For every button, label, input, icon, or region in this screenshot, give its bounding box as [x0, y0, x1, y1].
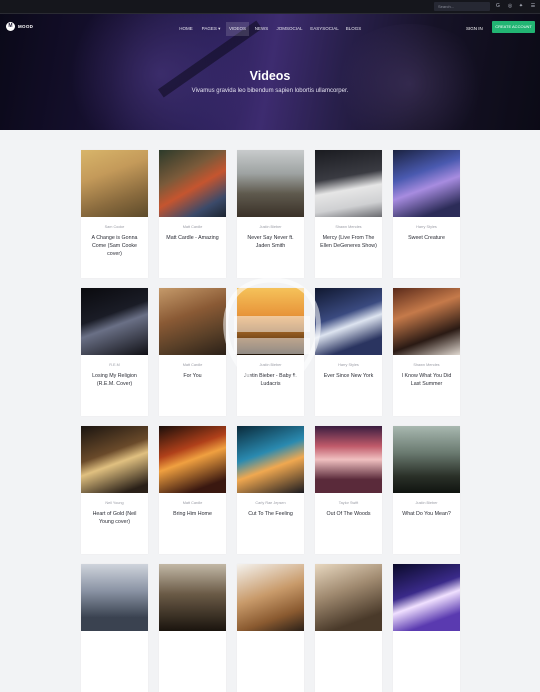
video-thumbnail[interactable] [393, 426, 460, 493]
logo-text: MOOD [18, 24, 34, 29]
menu-icon[interactable]: ☰ [528, 2, 538, 11]
twitter-icon[interactable]: ✦ [516, 2, 526, 11]
nav-blogs[interactable]: BLOGS [344, 22, 363, 36]
video-thumbnail[interactable] [159, 288, 226, 355]
video-title[interactable]: Matt Cardle - Amazing [163, 234, 222, 242]
logo-icon: M [6, 22, 15, 31]
video-card[interactable]: Matt Cardle For You [159, 288, 226, 416]
video-artist: Sam Cooke [104, 225, 125, 229]
video-artist: Justin Bieber [259, 363, 282, 367]
video-thumbnail[interactable] [315, 288, 382, 355]
video-thumbnail[interactable] [159, 564, 226, 631]
sign-in-link[interactable]: SIGN IN [466, 22, 483, 36]
video-card[interactable] [159, 564, 226, 692]
video-card[interactable] [237, 564, 304, 692]
video-thumbnail[interactable] [315, 150, 382, 217]
video-card[interactable] [315, 564, 382, 692]
video-card[interactable]: Sam Cooke A Change is Gonna Come (Sam Coo… [81, 150, 148, 278]
video-artist: Taylor Swift [338, 501, 359, 505]
video-card[interactable]: Carly Rae Jepsen Cut To The Feeling [237, 426, 304, 554]
google-icon[interactable]: G [493, 2, 503, 11]
video-title[interactable]: Justin Bieber - Baby ft. Ludacris [241, 372, 300, 388]
video-card[interactable] [393, 564, 460, 692]
video-thumbnail[interactable] [237, 288, 304, 355]
video-title[interactable]: What Do You Mean? [397, 510, 456, 518]
nav-videos[interactable]: VIDEOS [226, 22, 249, 36]
nav-pages[interactable]: PAGES ▾ [200, 22, 222, 36]
video-artist: Shawn Mendes [413, 363, 440, 367]
video-thumbnail[interactable] [81, 150, 148, 217]
create-account-button[interactable]: CREATE ACCOUNT [492, 21, 535, 33]
video-title[interactable]: Out Of The Woods [319, 510, 378, 518]
video-card[interactable]: R.E.M Losing My Religion (R.E.M. Cover) [81, 288, 148, 416]
video-title[interactable]: Cut To The Feeling [241, 510, 300, 518]
video-card[interactable]: Matt Cardle Bring Him Home [159, 426, 226, 554]
video-artist: Matt Cardle [182, 363, 203, 367]
video-thumbnail[interactable] [237, 426, 304, 493]
video-artist: Matt Cardle [182, 501, 203, 505]
video-thumbnail[interactable] [393, 288, 460, 355]
video-card[interactable]: Harry Styles Ever Since New York [315, 288, 382, 416]
video-artist: Matt Cardle [182, 225, 203, 229]
video-card[interactable]: Justin Bieber Never Say Never ft. Jaden S… [237, 150, 304, 278]
video-title[interactable]: Bring Him Home [163, 510, 222, 518]
video-artist: Justin Bieber [415, 501, 438, 505]
video-artist: Carly Rae Jepsen [255, 501, 286, 505]
video-thumbnail[interactable] [159, 426, 226, 493]
search-input[interactable]: Search... [434, 2, 490, 11]
video-card[interactable]: Justin Bieber What Do You Mean? [393, 426, 460, 554]
nav-news[interactable]: NEWS [253, 22, 270, 36]
video-thumbnail[interactable] [393, 564, 460, 631]
nav-jomsocial[interactable]: JOMSOCIAL [275, 22, 304, 36]
video-card[interactable]: Harry Styles Sweet Creature [393, 150, 460, 278]
video-artist: Neil Young [105, 501, 124, 505]
video-card[interactable]: Shawn Mendes Mercy (Live From The Ellen D… [315, 150, 382, 278]
video-artist: Shawn Mendes [335, 225, 362, 229]
video-card[interactable]: Justin Bieber Justin Bieber - Baby ft. Lu… [237, 288, 304, 416]
video-card[interactable]: Shawn Mendes I Know What You Did Last Sum… [393, 288, 460, 416]
site-logo[interactable]: M MOOD [6, 22, 33, 31]
video-thumbnail[interactable] [237, 150, 304, 217]
video-title[interactable]: For You [163, 372, 222, 380]
video-artist: R.E.M [109, 363, 120, 367]
video-artist: Justin Bieber [259, 225, 282, 229]
video-card[interactable]: Taylor Swift Out Of The Woods [315, 426, 382, 554]
nav-easysocial[interactable]: EASYSOCIAL [309, 22, 340, 36]
video-thumbnail[interactable] [315, 426, 382, 493]
video-artist: Harry Styles [416, 225, 437, 229]
top-utility-bar: Search... G ◎ ✦ ☰ [0, 0, 540, 14]
page-title: Videos [249, 69, 291, 83]
video-title[interactable]: Losing My Religion (R.E.M. Cover) [85, 372, 144, 388]
video-thumbnail[interactable] [315, 564, 382, 631]
video-title[interactable]: A Change is Gonna Come (Sam Cooke cover) [85, 234, 144, 258]
video-thumbnail[interactable] [81, 288, 148, 355]
video-artist: Harry Styles [338, 363, 359, 367]
video-thumbnail[interactable] [81, 426, 148, 493]
video-thumbnail[interactable] [237, 564, 304, 631]
video-title[interactable]: Mercy (Live From The Ellen DeGeneres Sho… [319, 234, 378, 250]
video-card[interactable] [81, 564, 148, 692]
nav-home[interactable]: HOME [176, 22, 196, 36]
video-card[interactable]: Matt Cardle Matt Cardle - Amazing [159, 150, 226, 278]
video-title[interactable]: I Know What You Did Last Summer [397, 372, 456, 388]
video-title[interactable]: Sweet Creature [397, 234, 456, 242]
video-card[interactable]: Neil Young Heart of Gold (Neil Young cove… [81, 426, 148, 554]
video-title[interactable]: Heart of Gold (Neil Young cover) [85, 510, 144, 526]
video-thumbnail[interactable] [159, 150, 226, 217]
page-subtitle: Vivamus gravida leo bibendum sapien lobo… [191, 88, 349, 94]
video-thumbnail[interactable] [81, 564, 148, 631]
video-title[interactable]: Ever Since New York [319, 372, 378, 380]
video-thumbnail[interactable] [393, 150, 460, 217]
video-title[interactable]: Never Say Never ft. Jaden Smith [241, 234, 300, 250]
instagram-icon[interactable]: ◎ [505, 2, 515, 11]
